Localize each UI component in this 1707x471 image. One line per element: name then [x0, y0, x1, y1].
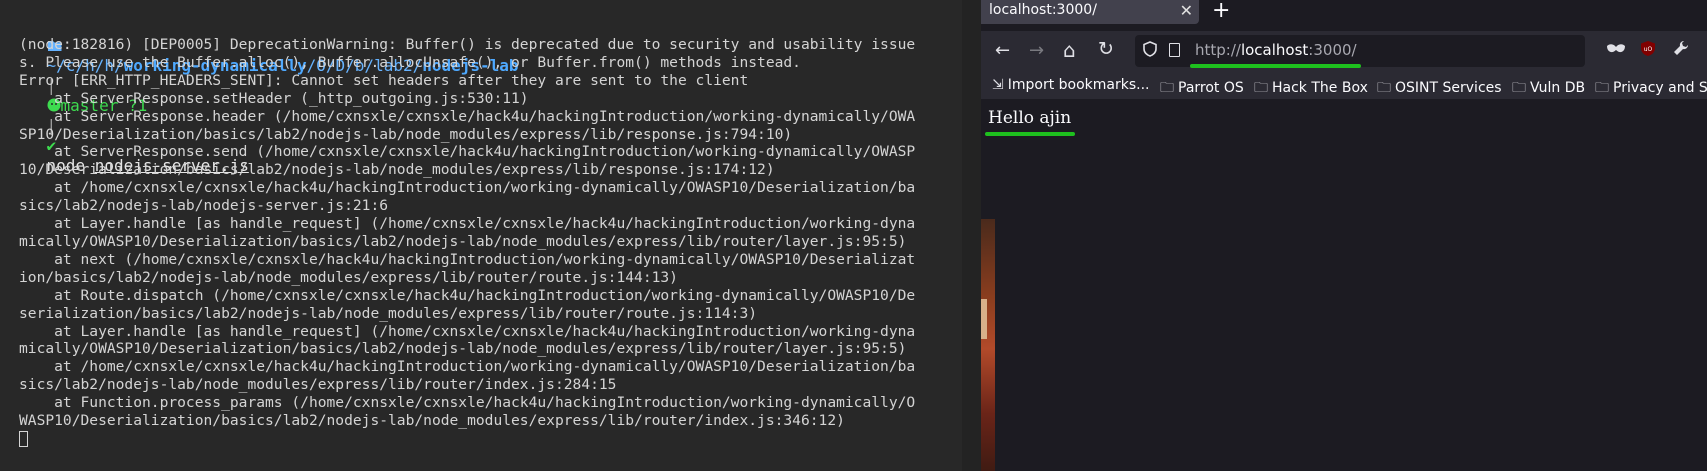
terminal-output-line: at Layer.handle [as handle_request] (/ho…	[19, 322, 916, 340]
bookmark-label: Privacy and Se	[1613, 80, 1707, 96]
url-scheme: http://	[1195, 41, 1241, 59]
page-text: Hello ajin	[988, 108, 1072, 128]
forward-arrow-icon[interactable]: →	[1029, 40, 1044, 61]
terminal-output-line: at /home/cxnsxle/cxnsxle/hack4u/hackingI…	[19, 179, 916, 197]
tab-title: localhost:3000/	[989, 2, 1097, 18]
navigation-toolbar: ← → ⌂ ↻ http://localhost:3000/ ☆ uO	[981, 31, 1707, 71]
terminal-output-line: at ServerResponse.header (/home/cxnsxle/…	[19, 107, 916, 125]
terminal-output-line: (node:182816) [DEP0005] DeprecationWarni…	[19, 36, 916, 53]
folder-icon: 🗀	[1254, 80, 1268, 96]
browser-window: localhost:3000/ ✕ + ← → ⌂ ↻ http://local…	[981, 0, 1707, 471]
url-port-path: :3000/	[1308, 41, 1357, 59]
terminal-output: (node:182816) [DEP0005] DeprecationWarni…	[19, 36, 949, 430]
terminal-output-line: mically/OWASP10/Deserialization/basics/l…	[19, 232, 907, 250]
terminal-output-line: at next (/home/cxnsxle/cxnsxle/hack4u/ha…	[19, 250, 916, 268]
terminal-output-line: at /home/cxnsxle/cxnsxle/hack4u/hackingI…	[19, 358, 916, 376]
url-host: localhost	[1240, 41, 1309, 59]
terminal-output-line: at Function.process_params (/home/cxnsxl…	[19, 394, 916, 412]
wallpaper-edge-highlight	[981, 299, 987, 339]
shield-icon[interactable]	[1143, 41, 1157, 61]
folder-icon: 🗀	[1160, 80, 1174, 96]
bookmark-label: Parrot OS	[1178, 80, 1244, 96]
wrench-icon[interactable]	[1673, 40, 1689, 60]
ublock-origin-icon[interactable]: uO	[1640, 40, 1656, 61]
terminal-output-line: SP10/Deserialization/basics/lab2/nodejs-…	[19, 125, 793, 143]
bookmark-label: Import bookmarks...	[1007, 77, 1150, 93]
terminal-output-line: serialization/basics/lab2/nodejs-lab/nod…	[19, 304, 758, 322]
page-text-highlight-underline	[985, 132, 1075, 136]
terminal-output-line: sics/lab2/nodejs-lab/node_modules/expres…	[19, 376, 617, 394]
bookmark-folder-parrot-os[interactable]: 🗀 Parrot OS	[1160, 77, 1244, 101]
bookmark-import[interactable]: ⇲ Import bookmarks...	[992, 77, 1150, 93]
wallpaper-edge	[981, 219, 995, 471]
terminal-output-line: Error [ERR_HTTP_HEADERS_SENT]: Cannot se…	[19, 71, 749, 89]
bookmark-label: Hack The Box	[1272, 80, 1368, 96]
terminal-output-line: sics/lab2/nodejs-lab/nodejs-server.js:21…	[19, 197, 389, 215]
address-bar[interactable]: http://localhost:3000/ ☆	[1135, 35, 1585, 68]
bookmark-folder-hack-the-box[interactable]: 🗀 Hack The Box	[1254, 77, 1368, 101]
new-tab-button[interactable]: +	[1212, 0, 1230, 23]
home-icon[interactable]: ⌂	[1063, 38, 1076, 62]
bookmark-label: Vuln DB	[1530, 80, 1586, 96]
url-text[interactable]: http://localhost:3000/	[1195, 41, 1357, 59]
terminal-output-line: at ServerResponse.setHeader (_http_outgo…	[19, 89, 529, 107]
terminal-output-line: s. Please use the Buffer.alloc(), Buffer…	[19, 53, 801, 71]
folder-icon: 🗀	[1595, 80, 1609, 96]
bookmark-folder-vuln-db[interactable]: 🗀 Vuln DB	[1512, 77, 1585, 101]
terminal-output-line: at ServerResponse.send (/home/cxnsxle/cx…	[19, 143, 916, 161]
close-icon[interactable]: ✕	[1180, 1, 1193, 20]
window-divider	[962, 0, 981, 471]
terminal-output-line: 10/Deserialization/basics/lab2/nodejs-la…	[19, 161, 775, 179]
bookmark-folder-osint[interactable]: 🗀 OSINT Services	[1377, 77, 1502, 101]
terminal-output-line: mically/OWASP10/Deserialization/basics/l…	[19, 340, 907, 358]
tab-localhost[interactable]: localhost:3000/ ✕	[981, 0, 1199, 24]
url-highlight-underline	[1190, 64, 1361, 68]
terminal-output-line: WASP10/Deserialization/basics/lab2/nodej…	[19, 412, 845, 430]
terminal-window[interactable]: ~/c/h/h/working-dynamically/O/D/b/lab2/n…	[0, 0, 962, 471]
tab-bar: localhost:3000/ ✕ +	[981, 0, 1707, 29]
terminal-output-line: at Route.dispatch (/home/cxnsxle/cxnsxle…	[19, 286, 916, 304]
terminal-output-line: at Layer.handle [as handle_request] (/ho…	[19, 215, 916, 233]
bookmark-label: OSINT Services	[1395, 80, 1502, 96]
terminal-output-line: ion/basics/lab2/nodejs-lab/node_modules/…	[19, 268, 678, 286]
mask-icon[interactable]	[1606, 40, 1626, 59]
svg-text:uO: uO	[1644, 46, 1653, 53]
bookmarks-toolbar: ⇲ Import bookmarks... 🗀 Parrot OS 🗀 Hack Th…	[981, 71, 1707, 99]
folder-icon: 🗀	[1512, 80, 1526, 96]
import-icon: ⇲	[992, 77, 1004, 93]
reload-icon[interactable]: ↻	[1098, 38, 1114, 60]
shell-prompt: ~/c/h/h/working-dynamically/O/D/b/lab2/n…	[8, 16, 519, 175]
terminal-cursor	[19, 431, 28, 447]
page-content: Hello ajin	[981, 99, 1707, 471]
page-info-icon[interactable]	[1169, 43, 1180, 57]
bookmark-folder-privacy[interactable]: 🗀 Privacy and Se	[1595, 77, 1707, 101]
folder-icon: 🗀	[1377, 80, 1391, 96]
back-arrow-icon[interactable]: ←	[995, 40, 1010, 61]
